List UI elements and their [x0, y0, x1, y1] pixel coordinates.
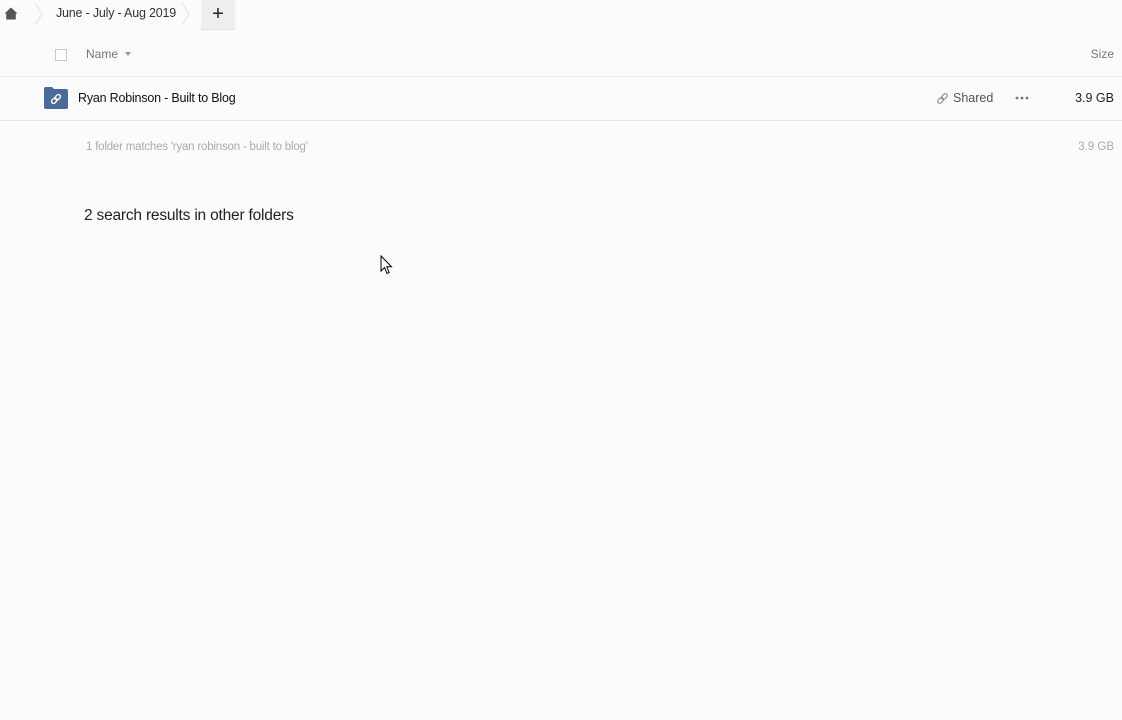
breadcrumb: June - July - Aug 2019 + — [0, 0, 1122, 30]
match-summary: 1 folder matches 'ryan robinson - built … — [86, 141, 308, 153]
shared-indicator[interactable]: Shared — [936, 91, 993, 105]
column-header-name[interactable]: Name — [86, 47, 118, 61]
file-browser: June - July - Aug 2019 + Name Size Ryan … — [0, 0, 1122, 720]
column-header-size[interactable]: Size — [1091, 47, 1114, 61]
home-icon[interactable] — [2, 4, 20, 22]
table-header: Name Size — [0, 36, 1122, 77]
mouse-cursor-icon — [380, 255, 393, 275]
more-options-icon[interactable] — [1012, 89, 1032, 107]
shared-folder-link-icon — [44, 87, 68, 109]
other-results-heading: 2 search results in other folders — [84, 207, 294, 224]
link-icon — [937, 92, 948, 104]
match-summary-size: 3.9 GB — [1078, 141, 1114, 153]
add-button[interactable]: + — [201, 0, 235, 30]
shared-label: Shared — [953, 91, 994, 105]
breadcrumb-folder[interactable]: June - July - Aug 2019 — [56, 6, 176, 20]
table-row[interactable]: Ryan Robinson - Built to Blog Shared 3.9… — [0, 77, 1122, 121]
chevron-right-icon — [181, 3, 190, 25]
sort-caret-icon[interactable] — [125, 52, 131, 56]
select-all-checkbox[interactable] — [55, 49, 67, 61]
chevron-right-icon — [34, 3, 43, 25]
file-size: 3.9 GB — [1075, 91, 1114, 105]
file-name[interactable]: Ryan Robinson - Built to Blog — [78, 91, 236, 105]
